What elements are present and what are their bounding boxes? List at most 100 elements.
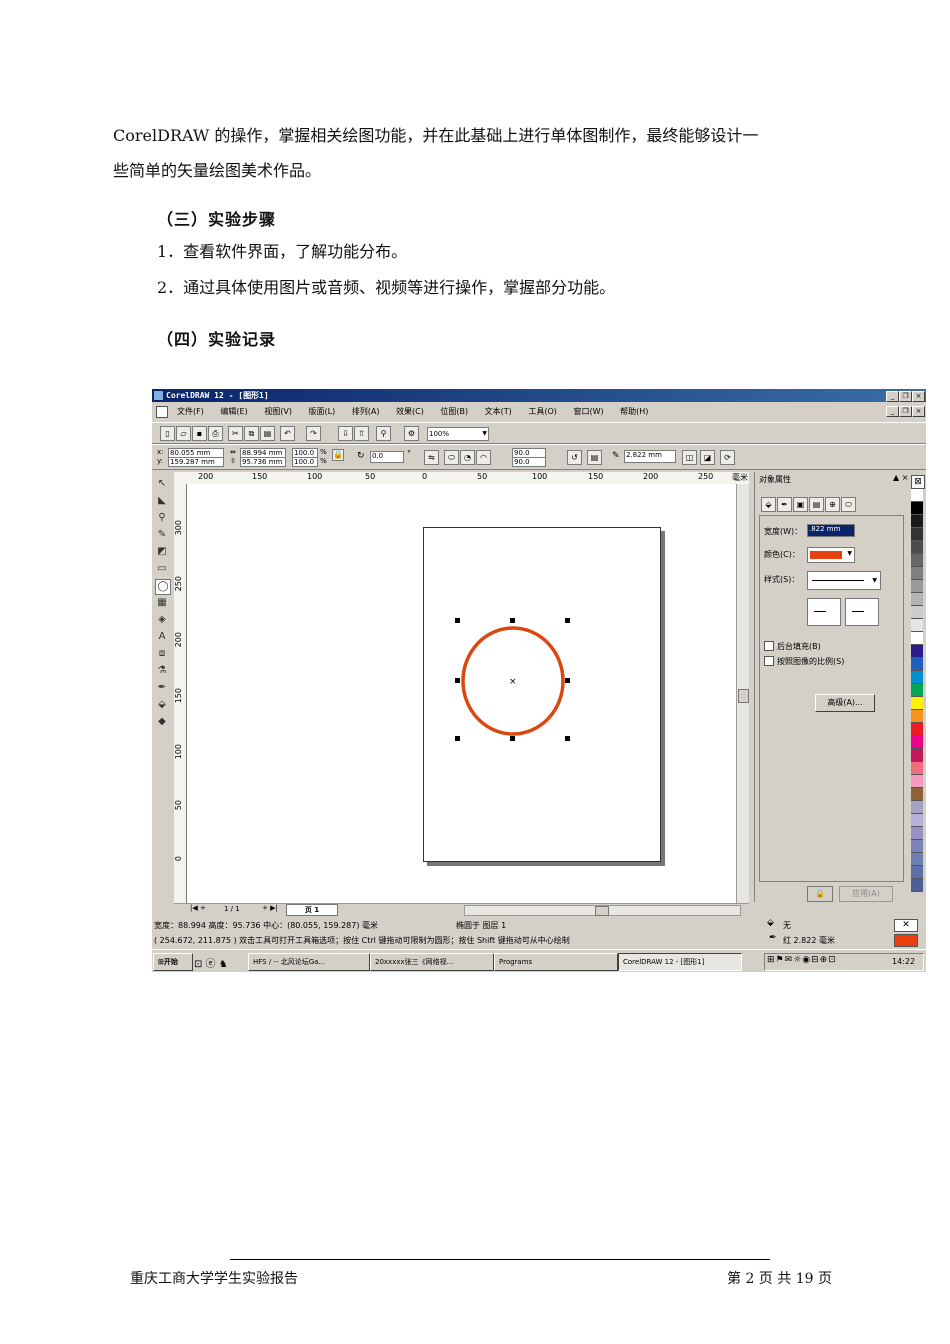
open-icon[interactable]: ▱ — [176, 426, 191, 441]
menu-window[interactable]: 窗口(W) — [573, 404, 603, 419]
palette-color-swatch[interactable] — [911, 593, 923, 606]
palette-color-swatch[interactable] — [911, 671, 923, 684]
save-icon[interactable]: ▪ — [192, 426, 207, 441]
selection-handle[interactable] — [510, 736, 515, 741]
menu-tools[interactable]: 工具(O) — [528, 404, 557, 419]
taskbar-item-programs[interactable]: Programs — [494, 953, 618, 971]
taskbar-item-coreldraw[interactable]: CorelDRAW 12 - [图形1] — [618, 953, 742, 971]
cut-icon[interactable]: ✂ — [228, 426, 243, 441]
behind-fill-checkbox[interactable] — [764, 641, 774, 651]
end-arrow-select[interactable] — [845, 598, 879, 626]
interactive-fill-tool-icon[interactable]: ◆ — [155, 715, 169, 729]
convert-icon[interactable]: ⟳ — [720, 450, 735, 465]
redo-icon[interactable]: ↷ — [306, 426, 321, 441]
general-tab-icon[interactable]: ▣ — [793, 497, 808, 512]
print-icon[interactable]: ⎙ — [208, 426, 223, 441]
shape-tool-icon[interactable]: ◣ — [155, 494, 169, 508]
paste-icon[interactable]: ▤ — [260, 426, 275, 441]
outline-tab-icon[interactable]: ✒ — [777, 497, 792, 512]
lock-ratio-icon[interactable]: 🔒 — [332, 449, 344, 461]
taskbar-item-document[interactable]: 20xxxxx张三《网络视... — [370, 953, 494, 971]
color-picker[interactable]: ▼ — [807, 547, 855, 563]
end-angle-field[interactable]: 90.0 — [512, 457, 546, 467]
hscroll-thumb[interactable] — [595, 906, 609, 916]
outline-tool-icon[interactable]: ✒ — [155, 681, 169, 695]
lock-icon[interactable]: 🔒 — [807, 886, 833, 902]
palette-color-swatch[interactable] — [911, 606, 923, 619]
interactive-tool-icon[interactable]: ⧈ — [155, 647, 169, 661]
palette-color-swatch[interactable] — [911, 827, 923, 840]
docker-width-field[interactable]: .822 mm — [807, 524, 855, 537]
menu-file[interactable]: 文件(F) — [177, 404, 204, 419]
quick-launch-icons[interactable]: ⊡ ⓔ ♞ — [194, 955, 228, 970]
start-button[interactable]: ⊞开始 — [153, 953, 193, 971]
ellipse-tool-icon[interactable]: ◯ — [155, 579, 171, 595]
polygon-tool-icon[interactable]: ▦ — [155, 596, 169, 610]
outline-width-field[interactable]: 2.822 mm — [624, 450, 676, 463]
pick-tool-icon[interactable]: ↖ — [155, 477, 169, 491]
line-style-select[interactable]: ▼ — [807, 571, 881, 590]
palette-color-swatch[interactable] — [911, 528, 923, 541]
palette-color-swatch[interactable] — [911, 645, 923, 658]
menu-text[interactable]: 文本(T) — [485, 404, 512, 419]
smart-fill-tool-icon[interactable]: ◩ — [155, 545, 169, 559]
to-back-icon[interactable]: ◫ — [682, 450, 697, 465]
menu-bitmaps[interactable]: 位图(B) — [440, 404, 468, 419]
palette-color-swatch[interactable] — [911, 710, 923, 723]
freehand-tool-icon[interactable]: ✎ — [155, 528, 169, 542]
docker-close-icon[interactable]: ▲ × — [893, 473, 908, 482]
import-icon[interactable]: ⇩ — [338, 426, 353, 441]
arc-mode-icon[interactable]: ◠ — [476, 450, 491, 465]
close-button[interactable]: × — [912, 391, 925, 402]
doc-close-button[interactable]: × — [912, 406, 925, 417]
wrap-icon[interactable]: ▤ — [587, 450, 602, 465]
palette-color-swatch[interactable] — [911, 541, 923, 554]
selection-handle[interactable] — [455, 736, 460, 741]
restore-button[interactable]: ❐ — [899, 391, 912, 402]
palette-color-swatch[interactable] — [911, 775, 923, 788]
scale-y-field[interactable]: 100.0 — [292, 457, 318, 467]
rectangle-tool-icon[interactable]: ▭ — [155, 562, 169, 576]
launcher-icon[interactable]: ⚲ — [376, 426, 391, 441]
palette-color-swatch[interactable] — [911, 879, 923, 892]
minimize-button[interactable]: _ — [886, 391, 899, 402]
menu-arrange[interactable]: 排列(A) — [352, 404, 380, 419]
palette-color-swatch[interactable] — [911, 801, 923, 814]
menu-layout[interactable]: 版面(L) — [309, 404, 336, 419]
taskbar-item-forum[interactable]: HFS / -- 北风论坛Ga... — [248, 953, 370, 971]
mirror-icon[interactable]: ⇋ — [424, 450, 439, 465]
to-front-icon[interactable]: ◪ — [700, 450, 715, 465]
vertical-scrollbar[interactable] — [736, 484, 749, 905]
menu-edit[interactable]: 编辑(E) — [220, 404, 247, 419]
selection-handle[interactable] — [510, 618, 515, 623]
menu-effects[interactable]: 效果(C) — [396, 404, 424, 419]
palette-color-swatch[interactable] — [911, 619, 923, 632]
page-tab[interactable]: 页 1 — [286, 904, 338, 916]
direction-icon[interactable]: ↺ — [567, 450, 582, 465]
zoom-tool-icon[interactable]: ⚲ — [155, 511, 169, 525]
menu-help[interactable]: 帮助(H) — [620, 404, 648, 419]
fill-tool-icon[interactable]: ⬙ — [155, 698, 169, 712]
no-color-swatch[interactable]: ⊠ — [911, 475, 925, 489]
options-icon[interactable]: ⚙ — [404, 426, 419, 441]
copy-icon[interactable]: ⧉ — [244, 426, 259, 441]
text-tool-icon[interactable]: A — [155, 630, 169, 644]
zoom-field[interactable]: 100% ▼ — [427, 427, 489, 441]
palette-color-swatch[interactable] — [911, 489, 923, 502]
doc-restore-button[interactable]: ❐ — [899, 406, 912, 417]
palette-color-swatch[interactable] — [911, 658, 923, 671]
drawing-canvas[interactable]: × — [187, 484, 736, 905]
height-field[interactable]: 95.736 mm — [240, 457, 286, 467]
ellipse-mode-icon[interactable]: ⬭ — [444, 450, 459, 465]
undo-icon[interactable]: ↶ — [280, 426, 295, 441]
eyedropper-tool-icon[interactable]: ⚗ — [155, 664, 169, 678]
selection-handle[interactable] — [565, 736, 570, 741]
selection-handle[interactable] — [565, 678, 570, 683]
selection-handle[interactable] — [455, 618, 460, 623]
palette-color-swatch[interactable] — [911, 567, 923, 580]
pie-mode-icon[interactable]: ◔ — [460, 450, 475, 465]
palette-color-swatch[interactable] — [911, 502, 923, 515]
ellipse-tab-icon[interactable]: ⬭ — [841, 497, 856, 512]
palette-color-swatch[interactable] — [911, 814, 923, 827]
start-arrow-select[interactable] — [807, 598, 841, 626]
